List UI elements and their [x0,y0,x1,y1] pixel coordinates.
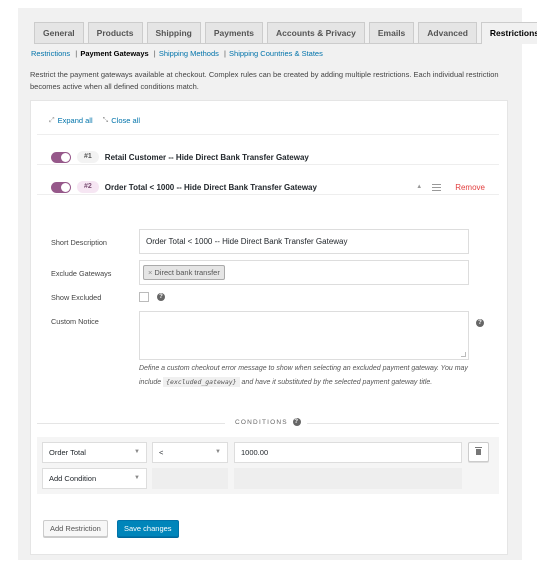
expand-all-link[interactable]: ⤢ Expand all [49,116,93,125]
chevron-down-icon: ▼ [134,475,140,481]
show-excluded-label: Show Excluded [51,293,102,302]
subnav-separator: | [75,49,78,58]
custom-notice-hint: Define a custom checkout error message t… [139,363,479,389]
expand-icon: ⤢ [49,116,55,124]
conditions-box: Order Total ▼ < ▼ 1000.00 Add Condition … [37,437,499,494]
settings-tabs: General Products Shipping Payments Accou… [34,22,537,44]
chevron-down-icon: ▼ [134,449,140,455]
help-icon[interactable]: ? [157,293,165,301]
rule-enabled-toggle[interactable] [51,181,71,193]
rule-row[interactable]: #1 Retail Customer -- Hide Direct Bank T… [41,144,499,170]
tab-products[interactable]: Products [87,22,143,43]
expand-all-label: Expand all [57,116,93,125]
page-description: Restrict the payment gateways available … [30,70,499,91]
subnav-shipping-countries[interactable]: Shipping Countries & States [229,49,323,58]
exclude-gateways-select[interactable]: × Direct bank transfer [139,260,469,285]
divider [37,194,499,195]
tab-emails[interactable]: Emails [368,22,415,43]
condition-value-input[interactable]: 1000.00 [234,442,462,463]
subnav-restrictions[interactable]: Restrictions [31,49,70,58]
rule-row[interactable]: #2 Order Total < 1000 -- Hide Direct Ban… [41,174,499,200]
trash-icon [475,447,482,455]
add-restriction-button[interactable]: Add Restriction [43,520,108,537]
chevron-down-icon: ▼ [215,449,221,455]
custom-notice-textarea[interactable] [139,311,469,360]
settings-panel: General Products Shipping Payments Accou… [18,8,537,560]
hint-placeholder-code: {excluded_gateway} [163,376,240,387]
tab-restrictions[interactable]: Restrictions [480,22,537,44]
rule-number-badge: #2 [77,181,99,193]
save-changes-button[interactable]: Save changes [117,520,179,537]
tab-advanced[interactable]: Advanced [418,22,477,43]
show-excluded-checkbox[interactable] [139,292,149,302]
subnav-separator: | [153,49,156,58]
rule-title[interactable]: Order Total < 1000 -- Hide Direct Bank T… [105,183,317,192]
condition-type-select[interactable]: Order Total ▼ [42,442,147,463]
custom-notice-label: Custom Notice [51,317,99,326]
condition-operator-value: < [159,448,164,457]
conditions-title: CONDITIONS ? [235,418,301,426]
divider [37,164,499,165]
empty-operator-placeholder [152,468,228,489]
condition-type-value: Order Total [49,448,86,457]
conditions-header: CONDITIONS ? [37,418,499,428]
help-icon[interactable]: ? [292,418,301,426]
help-icon[interactable]: ? [476,319,484,327]
restrictions-card: ⤢ Expand all ⤡ Close all #1 Retail Custo… [30,100,508,555]
condition-operator-select[interactable]: < ▼ [152,442,228,463]
delete-condition-button[interactable] [468,442,489,462]
tab-general[interactable]: General [34,22,84,43]
divider [307,423,499,424]
empty-value-placeholder [234,468,462,489]
rule-enabled-toggle[interactable] [51,151,71,163]
short-description-input[interactable]: Order Total < 1000 -- Hide Direct Bank T… [139,229,469,254]
subnav-separator: | [223,49,226,58]
collapse-icon: ⤡ [102,116,109,124]
hint-text: and have it substituted by the selected … [239,378,433,386]
rule-actions: ▲ Remove [416,183,485,192]
short-description-label: Short Description [51,238,107,247]
conditions-heading: CONDITIONS [235,418,288,426]
sub-navigation: Restrictions | Payment Gateways | Shippi… [31,49,323,58]
add-condition-select[interactable]: Add Condition ▼ [42,468,147,489]
tab-accounts-privacy[interactable]: Accounts & Privacy [267,22,365,43]
remove-rule-link[interactable]: Remove [455,183,485,192]
divider [37,134,499,135]
rule-number-badge: #1 [77,151,99,163]
subnav-shipping-methods[interactable]: Shipping Methods [159,49,219,58]
subnav-payment-gateways: Payment Gateways [80,49,149,58]
tag-remove-icon[interactable]: × [148,268,152,277]
exclude-gateways-label: Exclude Gateways [51,269,112,278]
gateway-tag: × Direct bank transfer [143,265,225,280]
drag-handle-icon[interactable] [432,183,442,191]
close-all-label: Close all [111,116,141,125]
tab-payments[interactable]: Payments [204,22,264,43]
gateway-tag-label: Direct bank transfer [154,268,220,277]
close-all-link[interactable]: ⤡ Close all [103,116,140,125]
tab-shipping[interactable]: Shipping [146,22,201,43]
divider [37,423,225,424]
collapse-caret-icon[interactable]: ▲ [416,184,422,190]
rule-title[interactable]: Retail Customer -- Hide Direct Bank Tran… [105,153,309,162]
expand-toolbar: ⤢ Expand all ⤡ Close all [49,116,140,125]
add-condition-label: Add Condition [49,474,97,483]
